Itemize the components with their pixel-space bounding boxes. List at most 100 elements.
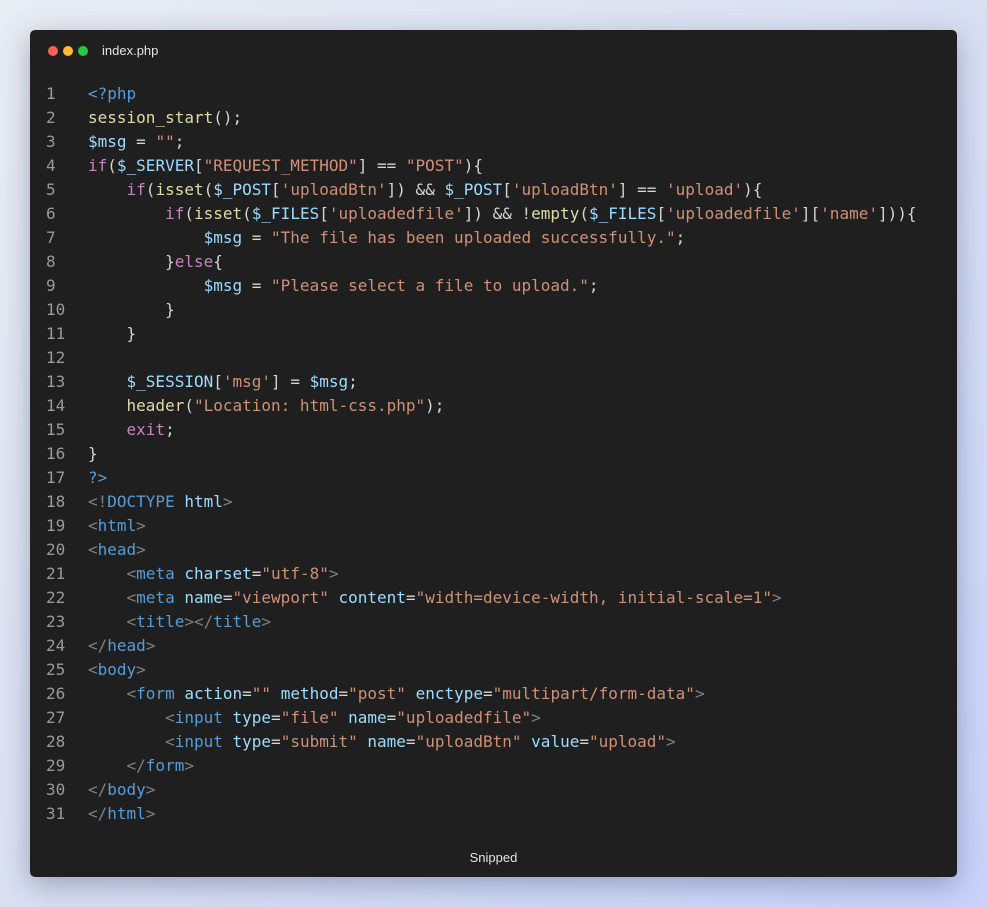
code-token: > bbox=[145, 804, 156, 823]
code-token: meta bbox=[136, 588, 175, 607]
code-token: <! bbox=[88, 492, 108, 511]
code-token: isset bbox=[193, 204, 243, 223]
code-token: "width=device-width, initial-scale=1" bbox=[415, 588, 772, 607]
code-token: ; bbox=[174, 132, 185, 151]
code-token: type bbox=[232, 708, 272, 727]
code-token: input bbox=[174, 732, 223, 751]
line-number: 24 bbox=[46, 636, 66, 655]
code-token: $_FILES bbox=[588, 204, 657, 223]
code-text: $msg = "The file has been uploaded succe… bbox=[88, 226, 686, 250]
code-token: ; bbox=[165, 420, 175, 439]
code-line: 26 <form action="" method="post" enctype… bbox=[30, 682, 957, 706]
code-token: session_start bbox=[88, 108, 214, 127]
code-token: > bbox=[136, 516, 146, 535]
code-token: ( bbox=[145, 180, 156, 199]
code-token: "POST" bbox=[405, 156, 464, 175]
code-line: 17 ?> bbox=[30, 466, 957, 490]
snipped-watermark: Snipped bbox=[469, 850, 518, 865]
code-token: { bbox=[213, 252, 223, 271]
code-token: DOCTYPE bbox=[107, 492, 175, 511]
code-token: = bbox=[386, 708, 397, 727]
line-number: 5 bbox=[46, 180, 56, 199]
code-token: 'uploadBtn' bbox=[511, 180, 618, 199]
code-text: <title></title> bbox=[88, 610, 272, 634]
line-number: 18 bbox=[46, 492, 66, 511]
code-token: name bbox=[184, 588, 223, 607]
line-number: 1 bbox=[46, 84, 56, 103]
code-token: ; bbox=[675, 228, 686, 247]
code-line: 4 if($_SERVER["REQUEST_METHOD"] == "POST"… bbox=[30, 154, 957, 178]
code-token: [ bbox=[502, 180, 512, 199]
code-token: > bbox=[136, 660, 146, 679]
code-line: 11 } bbox=[30, 322, 957, 346]
code-token: > bbox=[328, 564, 339, 583]
code-token: 'uploadedfile' bbox=[666, 204, 801, 223]
code-token: $msg bbox=[203, 228, 243, 247]
code-text: <input type="submit" name="uploadBtn" va… bbox=[88, 730, 676, 754]
line-number: 14 bbox=[46, 396, 66, 415]
code-line: 10 } bbox=[30, 298, 957, 322]
code-text: </head> bbox=[88, 634, 155, 658]
code-token: $msg bbox=[88, 132, 127, 151]
code-line: 19 <html> bbox=[30, 514, 957, 538]
code-token: html bbox=[97, 516, 137, 535]
code-token: "utf-8" bbox=[261, 564, 329, 583]
code-token: ] = bbox=[271, 372, 310, 391]
code-line: 24 </head> bbox=[30, 634, 957, 658]
code-token: ]) && ! bbox=[463, 204, 532, 223]
code-token: = bbox=[338, 684, 349, 703]
code-token: "submit" bbox=[280, 732, 358, 751]
code-token: "uploadedfile" bbox=[396, 708, 532, 727]
code-token: $msg bbox=[309, 372, 349, 391]
code-token: } bbox=[88, 324, 137, 343]
code-text: ?> bbox=[88, 466, 107, 490]
code-token: enctype bbox=[415, 684, 483, 703]
code-token: 'uploadedfile' bbox=[328, 204, 464, 223]
code-token: "REQUEST_METHOD" bbox=[203, 156, 358, 175]
code-token: "Please select a file to upload." bbox=[271, 276, 589, 295]
code-line: 15 exit; bbox=[30, 418, 957, 442]
code-token: = bbox=[242, 228, 272, 247]
code-token: if bbox=[165, 204, 185, 223]
code-line: 20 <head> bbox=[30, 538, 957, 562]
code-token: exit bbox=[126, 420, 166, 439]
code-text: <meta name="viewport" content="width=dev… bbox=[88, 586, 782, 610]
code-token: ] == bbox=[357, 156, 406, 175]
code-token: < bbox=[126, 588, 137, 607]
code-token: < bbox=[88, 540, 98, 559]
line-number: 29 bbox=[46, 756, 66, 775]
code-token: = bbox=[242, 276, 272, 295]
code-token: action bbox=[184, 684, 243, 703]
code-token: = bbox=[483, 684, 493, 703]
code-token: html bbox=[184, 492, 223, 511]
code-token: method bbox=[280, 684, 339, 703]
code-token: < bbox=[165, 708, 175, 727]
code-token: "The file has been uploaded successfully… bbox=[271, 228, 676, 247]
code-token: > bbox=[222, 492, 233, 511]
code-text: <form action="" method="post" enctype="m… bbox=[88, 682, 705, 706]
line-number: 4 bbox=[46, 156, 56, 175]
code-line: 13 $_SESSION['msg'] = $msg; bbox=[30, 370, 957, 394]
line-number: 19 bbox=[46, 516, 66, 535]
line-number: 3 bbox=[46, 132, 56, 151]
code-token: = bbox=[222, 588, 233, 607]
code-text: <head> bbox=[88, 538, 146, 562]
code-token: name bbox=[348, 708, 387, 727]
code-token: head bbox=[97, 540, 137, 559]
code-token: type bbox=[232, 732, 272, 751]
code-text: } bbox=[88, 322, 137, 346]
line-number: 25 bbox=[46, 660, 66, 679]
line-number: 23 bbox=[46, 612, 66, 631]
line-number: 31 bbox=[46, 804, 66, 823]
code-token: "Location: html-css.php" bbox=[193, 396, 426, 415]
code-text: <!DOCTYPE html> bbox=[88, 490, 233, 514]
code-line: 23 <title></title> bbox=[30, 610, 957, 634]
code-text: <?php bbox=[88, 82, 136, 106]
